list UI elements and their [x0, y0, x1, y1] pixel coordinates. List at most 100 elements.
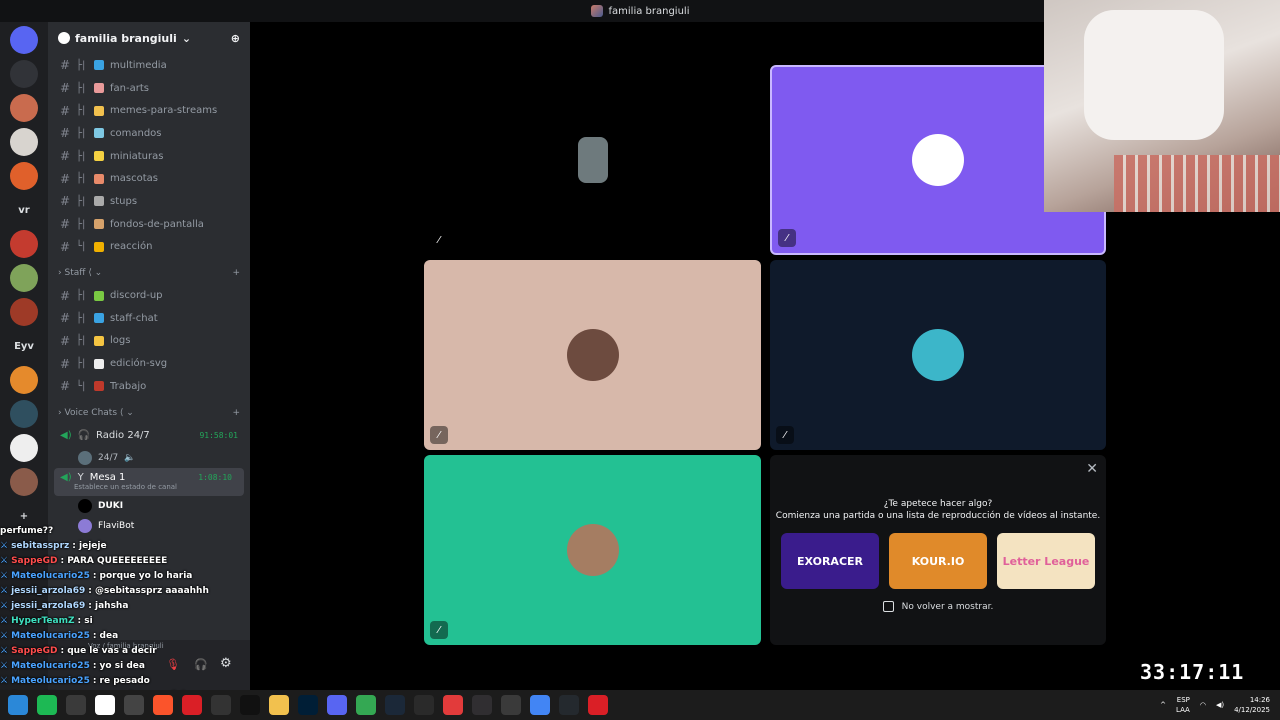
steam-icon[interactable] — [385, 695, 405, 715]
channel-discord-up[interactable]: # ├| discord-up — [48, 284, 250, 307]
channel-mascotas[interactable]: # ├| mascotas — [48, 167, 250, 190]
channel-Trabajo[interactable]: # └| Trabajo — [48, 375, 250, 398]
channel-reacción[interactable]: # └| reacción — [48, 236, 250, 259]
server-icon-9[interactable] — [10, 434, 38, 462]
server-icon-10[interactable] — [10, 468, 38, 496]
server-icon-1[interactable] — [10, 94, 38, 122]
add-channel-icon[interactable]: + — [232, 408, 240, 418]
server-icon-5[interactable] — [10, 264, 38, 292]
chat-message: ⚔ HyperTeamZ: si — [0, 614, 200, 629]
photoshop-icon[interactable] — [298, 695, 318, 715]
category-voice[interactable]: › Voice Chats ⟨ ⌄ + — [48, 398, 250, 424]
epic-icon[interactable] — [414, 695, 434, 715]
channel-stups[interactable]: # ├| stups — [48, 190, 250, 213]
volume-icon[interactable]: ◀) — [1216, 701, 1224, 709]
guild-header[interactable]: familia brangiuli ⌄ ⊕ — [48, 22, 250, 54]
channel-edición-svg[interactable]: # ├| edición-svg — [48, 352, 250, 375]
voice-user[interactable]: DUKI — [48, 496, 250, 516]
channel-label: edición-svg — [110, 358, 168, 370]
tree-branch-icon: ├| — [76, 335, 86, 347]
martini-icon: Y — [77, 472, 84, 484]
hash-icon: # — [60, 103, 71, 118]
close-icon[interactable]: ✕ — [1086, 461, 1098, 477]
chat-username: SappeGD — [11, 556, 58, 566]
server-icon-4[interactable] — [10, 230, 38, 258]
system-tray: ^ ESP LAA ◠ ◀) 14:26 4/12/2025 — [1160, 690, 1270, 720]
tile-user-4[interactable]: ⁄ — [770, 260, 1106, 450]
obs-icon[interactable] — [472, 695, 492, 715]
activity-game-card[interactable]: EXORACER — [781, 533, 879, 589]
tile-user-1[interactable]: ⁄ — [424, 65, 761, 255]
chat-text: perfume?? — [0, 526, 54, 536]
channel-memes-para-streams[interactable]: # ├| memes-para-streams — [48, 99, 250, 122]
gear-icon[interactable]: ⚙ — [220, 656, 232, 671]
cc-icon[interactable] — [182, 695, 202, 715]
files-icon[interactable] — [66, 695, 86, 715]
channel-label: comandos — [110, 127, 162, 139]
channel-label: fan-arts — [110, 82, 149, 94]
capcut-icon[interactable] — [211, 695, 231, 715]
clock[interactable]: 14:26 4/12/2025 — [1234, 695, 1270, 715]
notes-icon[interactable] — [95, 695, 115, 715]
chat-text: : @sebitassprz aaaahhh — [88, 586, 209, 596]
spotify-icon[interactable] — [37, 695, 57, 715]
discord-taskbar-icon[interactable] — [327, 695, 347, 715]
tile-user-3[interactable]: ⁄ — [424, 260, 761, 450]
channel-staff-chat[interactable]: # ├| staff-chat — [48, 307, 250, 330]
folder-icon[interactable] — [269, 695, 289, 715]
channel-emoji-icon — [94, 358, 104, 369]
chat-text: : que le vas a decir — [60, 646, 157, 656]
channel-fondos-de-pantalla[interactable]: # ├| fondos-de-pantalla — [48, 213, 250, 236]
tree-branch-icon: ├| — [76, 150, 86, 162]
github-icon[interactable] — [559, 695, 579, 715]
direct-messages-icon[interactable] — [10, 60, 38, 88]
server-vr[interactable]: vr — [10, 196, 38, 224]
tiktok-icon[interactable] — [240, 695, 260, 715]
server-icon-7[interactable] — [10, 366, 38, 394]
brave-icon[interactable] — [153, 695, 173, 715]
channel-emoji-icon — [94, 290, 104, 301]
voice-channel-mesa[interactable]: ◀) Y Mesa 1 1:08:10 Establece un estado … — [54, 467, 244, 496]
tree-branch-icon: ├| — [76, 218, 86, 230]
cc2-icon[interactable] — [588, 695, 608, 715]
chat-username: Mateolucario25 — [11, 571, 90, 581]
add-member-icon[interactable]: ⊕ — [231, 32, 240, 45]
channel-miniaturas[interactable]: # ├| miniaturas — [48, 145, 250, 168]
language-indicator[interactable]: ESP LAA — [1176, 695, 1190, 715]
wifi-icon[interactable]: ◠ — [1200, 701, 1206, 709]
chat-username: sebitassprz — [11, 541, 70, 551]
category-staff[interactable]: › Staff ⟨ ⌄ + — [48, 258, 250, 284]
chevron-right-icon: › — [58, 407, 62, 418]
channel-multimedia[interactable]: # ├| multimedia — [48, 54, 250, 77]
avatar — [78, 450, 92, 465]
add-channel-icon[interactable]: + — [232, 268, 240, 278]
activity-game-card[interactable]: Letter League — [997, 533, 1095, 589]
activity-game-card[interactable]: KOUR.IO — [889, 533, 987, 589]
voice-user[interactable]: 24/7 🔈 — [48, 448, 250, 468]
server-icon-2[interactable] — [10, 128, 38, 156]
chrome2-icon[interactable] — [530, 695, 550, 715]
discord-home-icon[interactable] — [10, 26, 38, 54]
speaker-icon: ◀) — [60, 472, 72, 484]
app-red-icon[interactable] — [443, 695, 463, 715]
start-icon[interactable] — [8, 695, 28, 715]
channel-logs[interactable]: # ├| logs — [48, 330, 250, 353]
channel-label: stups — [110, 195, 138, 207]
channel-status[interactable]: Establece un estado de canal — [60, 483, 177, 491]
channel-emoji-icon — [94, 105, 104, 116]
server-eyv[interactable]: Eyv — [10, 332, 38, 360]
channel-comandos[interactable]: # ├| comandos — [48, 122, 250, 145]
chevron-up-icon[interactable]: ^ — [1160, 701, 1166, 709]
voice-channel-radio[interactable]: ◀) 🎧 Radio 24/7 91:58:01 — [48, 424, 250, 448]
checkbox[interactable] — [882, 601, 894, 612]
settings-icon[interactable] — [501, 695, 521, 715]
server-icon-8[interactable] — [10, 400, 38, 428]
channel-fan-arts[interactable]: # ├| fan-arts — [48, 77, 250, 100]
chrome-icon[interactable] — [356, 695, 376, 715]
server-icon-6[interactable] — [10, 298, 38, 326]
dont-show-again[interactable]: No volver a mostrar. — [770, 601, 1106, 612]
server-icon-3[interactable] — [10, 162, 38, 190]
hash-icon: # — [60, 311, 71, 326]
tool-icon[interactable] — [124, 695, 144, 715]
tile-user-5[interactable]: ⁄ — [424, 455, 761, 645]
